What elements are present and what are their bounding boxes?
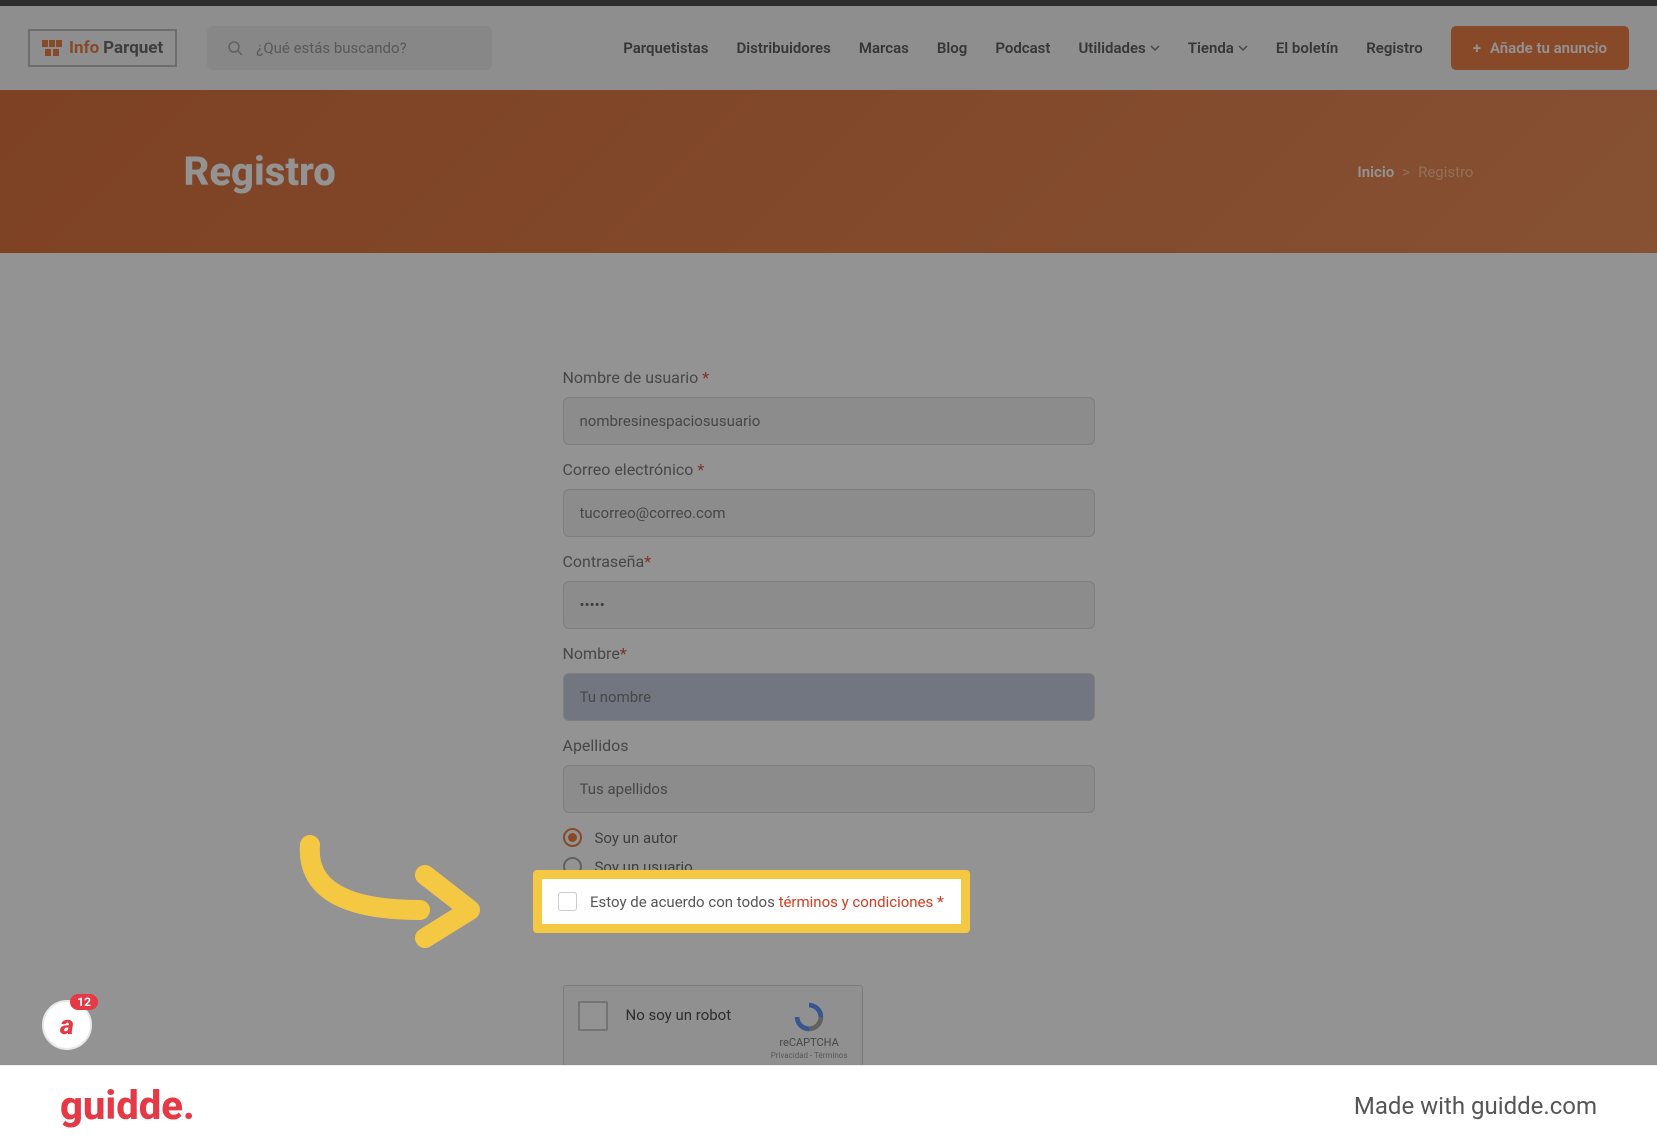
- password-label: Contraseña*: [563, 552, 1095, 571]
- terms-link[interactable]: términos y condiciones: [779, 893, 934, 911]
- nav-blog[interactable]: Blog: [937, 39, 967, 57]
- tutorial-arrow-icon: [290, 830, 490, 950]
- add-listing-button[interactable]: + Añade tu anuncio: [1451, 26, 1629, 70]
- search-input[interactable]: ¿Qué estás buscando?: [207, 26, 492, 70]
- guidde-attribution: Made with guidde.com: [1354, 1092, 1597, 1120]
- firstname-label: Nombre*: [563, 644, 1095, 663]
- breadcrumb-separator: >: [1402, 163, 1410, 181]
- logo-icon: [42, 40, 62, 56]
- hero-banner: Registro Inicio > Registro: [0, 90, 1657, 253]
- radio-icon: [563, 828, 582, 847]
- tutorial-highlight: Estoy de acuerdo con todos términos y co…: [533, 870, 970, 933]
- firstname-input[interactable]: [563, 673, 1095, 721]
- guidde-footer: guidde. Made with guidde.com: [0, 1065, 1657, 1145]
- nav-tienda[interactable]: Tienda: [1188, 39, 1248, 57]
- logo-text-1: Info: [69, 38, 99, 58]
- main-nav: Parquetistas Distribuidores Marcas Blog …: [623, 26, 1629, 70]
- site-header: Info Parquet ¿Qué estás buscando? Parque…: [0, 6, 1657, 90]
- breadcrumb: Inicio > Registro: [1357, 163, 1473, 181]
- breadcrumb-current: Registro: [1418, 163, 1473, 181]
- guidde-logo: guidde.: [60, 1082, 195, 1129]
- username-input[interactable]: [563, 397, 1095, 445]
- email-input[interactable]: [563, 489, 1095, 537]
- recaptcha-icon: [790, 998, 828, 1036]
- terms-checkbox[interactable]: [558, 892, 577, 911]
- role-author-radio[interactable]: Soy un autor: [563, 828, 1095, 847]
- search-icon: [227, 40, 243, 56]
- badge-count: 12: [70, 994, 98, 1010]
- notification-badge[interactable]: a 12: [42, 1000, 92, 1050]
- nav-podcast[interactable]: Podcast: [995, 39, 1050, 57]
- logo[interactable]: Info Parquet: [28, 29, 177, 67]
- page-title: Registro: [184, 148, 336, 195]
- nav-marcas[interactable]: Marcas: [859, 39, 909, 57]
- registration-form: Nombre de usuario * Correo electrónico *…: [0, 253, 1657, 1137]
- radio-author-label: Soy un autor: [595, 829, 678, 847]
- recaptcha-label: No soy un robot: [626, 1006, 753, 1024]
- lastname-label: Apellidos: [563, 736, 1095, 755]
- username-label: Nombre de usuario *: [563, 368, 1095, 387]
- recaptcha-checkbox[interactable]: [578, 1001, 608, 1031]
- recaptcha-widget[interactable]: No soy un robot reCAPTCHA Privacidad - T…: [563, 985, 863, 1066]
- search-placeholder: ¿Qué estás buscando?: [256, 39, 406, 57]
- nav-parquetistas[interactable]: Parquetistas: [623, 39, 708, 57]
- logo-text-2: Parquet: [103, 38, 163, 58]
- recaptcha-logo: reCAPTCHA Privacidad - Términos: [771, 998, 848, 1060]
- badge-letter: a: [60, 1009, 74, 1041]
- nav-boletin[interactable]: El boletín: [1276, 39, 1338, 57]
- password-input[interactable]: [563, 581, 1095, 629]
- breadcrumb-home[interactable]: Inicio: [1357, 163, 1394, 181]
- terms-prefix: Estoy de acuerdo con todos: [590, 893, 775, 911]
- chevron-down-icon: [1238, 43, 1248, 53]
- nav-utilidades[interactable]: Utilidades: [1078, 39, 1159, 57]
- email-label: Correo electrónico *: [563, 460, 1095, 479]
- nav-registro[interactable]: Registro: [1366, 39, 1422, 57]
- nav-distribuidores[interactable]: Distribuidores: [736, 39, 830, 57]
- plus-icon: +: [1473, 39, 1481, 57]
- chevron-down-icon: [1150, 43, 1160, 53]
- lastname-input[interactable]: [563, 765, 1095, 813]
